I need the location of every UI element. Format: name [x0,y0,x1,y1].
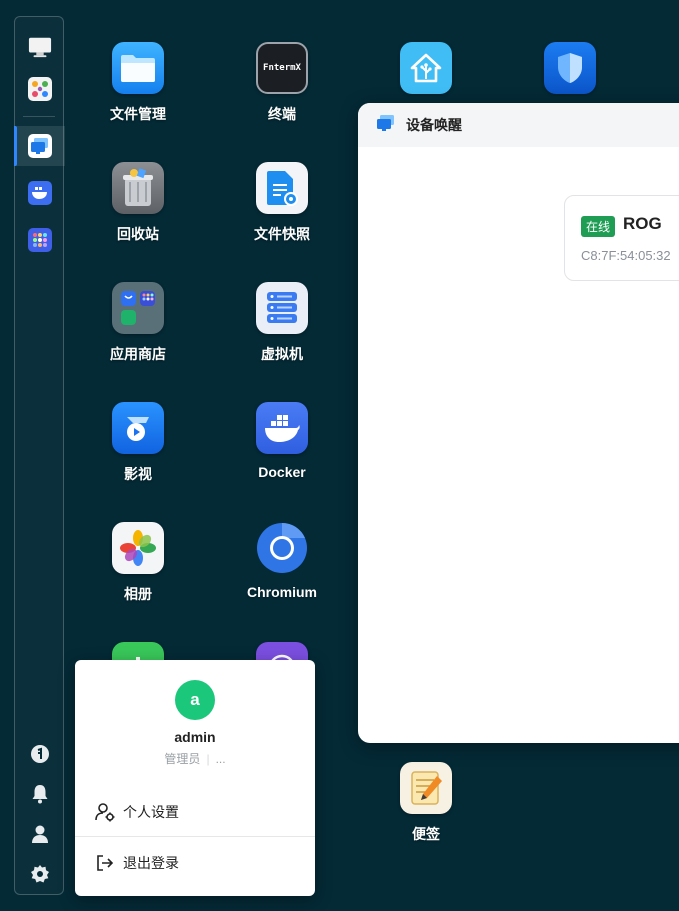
app-chromium[interactable]: Chromium [222,522,342,632]
role-divider: | [206,752,210,766]
app-store-icon [112,282,164,334]
virtual-machine-icon [256,282,308,334]
app-label: 相册 [124,586,152,602]
app-recycle-bin[interactable]: 回收站 [78,162,198,272]
app-label: 文件快照 [254,226,310,242]
one-panel-icon [28,742,52,766]
dock-docker-button[interactable] [15,173,65,213]
dock-user-button[interactable] [15,814,65,854]
dock-panel-button[interactable] [15,734,65,774]
app-terminal[interactable]: FntermX 终端 [222,42,342,152]
menu-item-label: 退出登录 [123,855,179,871]
username: admin [174,729,216,745]
app-video[interactable]: 影视 [78,402,198,512]
device-name: ROG [623,214,662,233]
bell-icon [28,782,52,806]
app-photos[interactable]: 相册 [78,522,198,632]
gear-icon [28,862,52,886]
app-grid-colorful-icon [28,77,52,101]
device-card[interactable]: 在线 ROG C8:7F:54:05:32 [564,195,679,281]
dock-divider [23,116,55,117]
docker-icon [256,402,308,454]
role-more[interactable]: ... [216,752,226,766]
app-label: 文件管理 [110,106,166,122]
chromium-icon [256,522,308,574]
status-badge: 在线 [581,216,616,237]
app-label: Chromium [247,584,317,600]
app-label: 便签 [412,826,440,842]
app-label: 影视 [124,466,152,482]
app-file-manager[interactable]: 文件管理 [78,42,198,152]
dock-launcher-button[interactable] [15,69,65,109]
logout-icon [95,853,115,873]
video-icon [112,402,164,454]
avatar[interactable]: a [175,680,215,720]
personal-settings-item[interactable]: 个人设置 [75,790,315,834]
photos-icon [112,522,164,574]
menu-item-label: 个人设置 [123,804,179,820]
device-wake-icon [376,114,396,137]
app-docker[interactable]: Docker [222,402,342,512]
docker-icon [28,181,52,205]
menu-divider [75,836,315,837]
device-wake-window: 设备唤醒 在线 ROG C8:7F:54:05:32 [358,103,679,743]
shield-icon [544,42,596,94]
app-label: 虚拟机 [261,346,303,362]
left-dock [14,16,65,895]
app-label: 回收站 [117,226,159,242]
window-title: 设备唤醒 [406,117,462,133]
terminal-icon: FntermX [256,42,308,94]
app-label: 应用商店 [110,346,166,362]
app-file-snapshot[interactable]: 文件快照 [222,162,342,272]
dock-notifications-button[interactable] [15,774,65,814]
window-titlebar[interactable]: 设备唤醒 [358,103,679,147]
terminal-icon-text: FntermX [263,63,301,73]
user-settings-icon [95,802,115,822]
app-virtual-machine[interactable]: 虚拟机 [222,282,342,392]
trash-icon [112,162,164,214]
logout-item[interactable]: 退出登录 [75,841,315,885]
app-label: 终端 [268,106,296,122]
app-notes[interactable]: 便签 [366,762,486,872]
device-wake-icon [28,134,52,158]
dock-app-store-button[interactable] [15,220,65,260]
app-store-icon [28,228,52,252]
home-assistant-icon [400,42,452,94]
notes-icon [400,762,452,814]
user-menu-popup: a admin 管理员 |... 个人设置 退出登录 [75,660,315,896]
file-snapshot-icon [256,162,308,214]
user-role: 管理员 |... [75,750,315,767]
folder-icon [112,42,164,94]
app-label: Docker [258,464,306,480]
dock-device-wake-button[interactable] [14,126,65,166]
dock-settings-button[interactable] [15,854,65,894]
user-icon [28,822,52,846]
dock-desktop-button[interactable] [15,27,65,67]
role-label: 管理员 [164,752,201,766]
app-app-store[interactable]: 应用商店 [78,282,198,392]
device-mac: C8:7F:54:05:32 [581,248,671,263]
monitor-icon [28,35,52,59]
